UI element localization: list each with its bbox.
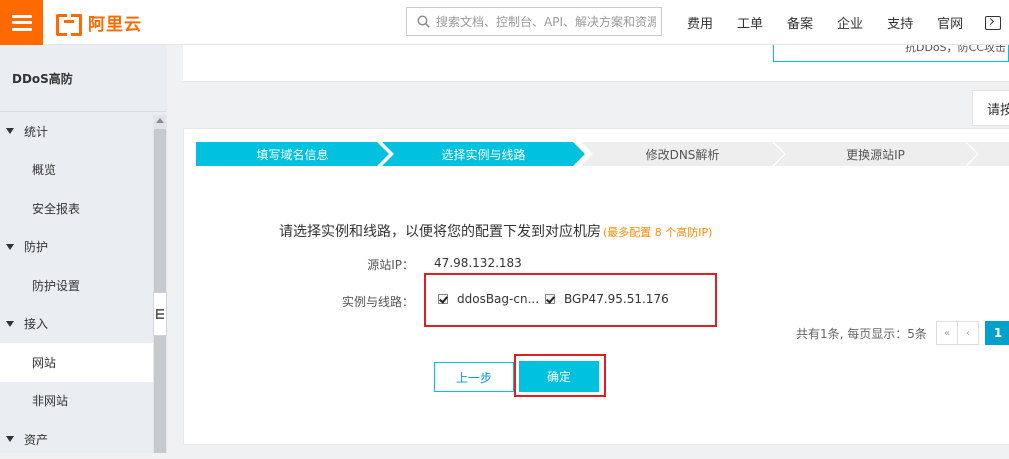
- sidebar-item-label: 网站: [32, 355, 57, 370]
- notice-text: 抗DDoS，防CC攻击: [904, 45, 1006, 54]
- source-ip-value: 47.98.132.183: [434, 256, 522, 270]
- form-heading-hint: (最多配置 8 个高防IP): [603, 226, 713, 239]
- checkbox-checked-icon[interactable]: [545, 294, 555, 304]
- search-icon: [417, 15, 430, 28]
- logo-text: 阿里云: [88, 14, 142, 35]
- help-tab[interactable]: 请按: [972, 90, 1009, 126]
- instance-label: ddosBag-cn...: [457, 292, 540, 306]
- instance-checkbox-1[interactable]: ddosBag-cn...: [438, 292, 539, 306]
- form-heading-text: 请选择实例和线路，以便将您的配置下发到对应机房: [279, 224, 601, 240]
- topnav-website[interactable]: 官网: [937, 13, 963, 32]
- sidebar-item-security-report[interactable]: 安全报表: [0, 189, 167, 228]
- pagination: « ‹ 1: [936, 321, 1009, 345]
- instance-checkbox-2[interactable]: BGP47.95.51.176: [545, 292, 669, 306]
- collapse-icon: [156, 309, 164, 319]
- sidebar-group-stats[interactable]: 统计: [0, 112, 167, 151]
- step-label: 选择实例与线路: [441, 147, 526, 162]
- topnav-fees[interactable]: 费用: [687, 13, 713, 32]
- menu-button[interactable]: [0, 0, 43, 45]
- source-ip-label: 源站IP：: [367, 258, 414, 272]
- topnav-icp[interactable]: 备案: [787, 13, 813, 32]
- first-page-button[interactable]: «: [936, 321, 958, 345]
- sidebar-item-label: 接入: [24, 317, 49, 332]
- step-label: 填写域名信息: [256, 147, 329, 162]
- caret-down-icon: [6, 128, 14, 135]
- sidebar-item-website[interactable]: 网站: [0, 343, 167, 382]
- search-input[interactable]: [436, 14, 656, 29]
- sidebar-item-label: 资产: [24, 432, 49, 447]
- pagination-summary: 共有1条, 每页显示：5条: [796, 327, 927, 341]
- help-tab-label: 请按: [987, 102, 1009, 118]
- hamburger-icon: [11, 14, 32, 31]
- sidebar-menu: 统计 概览 安全报表 防护 防护设置 接入 网站 非网站 资产: [0, 112, 167, 459]
- terminal-icon[interactable]: [985, 15, 1002, 30]
- sidebar-group-protection[interactable]: 防护: [0, 228, 167, 267]
- search-box[interactable]: [406, 7, 662, 36]
- caret-down-icon: [6, 436, 14, 443]
- step-label: 修改DNS解析: [645, 147, 720, 162]
- sidebar-group-access[interactable]: 接入: [0, 305, 167, 344]
- caret-down-icon: [6, 243, 14, 250]
- step-label: 更换源站IP: [846, 147, 905, 162]
- step-3: 修改DNS解析: [581, 142, 784, 166]
- step-2: 选择实例与线路: [382, 142, 585, 166]
- topnav-enterprise[interactable]: 企业: [837, 13, 863, 32]
- previous-step-button[interactable]: 上一步: [434, 362, 514, 392]
- topnav-support[interactable]: 支持: [887, 13, 913, 32]
- sidebar-item-label: 统计: [24, 124, 49, 139]
- page-number-button[interactable]: 1: [985, 321, 1009, 345]
- sidebar-item-label: 概览: [32, 163, 57, 178]
- notice-box: 抗DDoS，防CC攻击: [773, 45, 1009, 62]
- scroll-up-icon[interactable]: [156, 118, 164, 123]
- sidebar: DDoS高防 统计 概览 安全报表 防护 防护设置 接入 网站 非网站 资产: [0, 45, 167, 453]
- sidebar-item-protection-settings[interactable]: 防护设置: [0, 266, 167, 305]
- scrollbar-thumb[interactable]: [154, 129, 166, 453]
- sidebar-collapse-toggle[interactable]: [153, 292, 167, 336]
- sidebar-item-label: 安全报表: [32, 201, 81, 216]
- top-bar: 阿里云 费用 工单 备案 企业 支持 官网: [0, 0, 1009, 45]
- form-heading: 请选择实例和线路，以便将您的配置下发到对应机房 (最多配置 8 个高防IP): [279, 221, 712, 241]
- top-nav: 费用 工单 备案 企业 支持 官网: [675, 0, 1002, 45]
- step-4: 更换源站IP: [774, 142, 977, 166]
- sidebar-title: DDoS高防: [0, 45, 167, 112]
- instance-label: BGP47.95.51.176: [564, 292, 669, 306]
- prev-page-button[interactable]: ‹: [957, 321, 979, 345]
- checkbox-checked-icon[interactable]: [438, 294, 448, 304]
- sidebar-item-overview[interactable]: 概览: [0, 151, 167, 190]
- highlight-box-confirm: [514, 354, 606, 397]
- topnav-tickets[interactable]: 工单: [737, 13, 763, 32]
- logo-icon: [56, 14, 82, 36]
- sidebar-item-label: 防护: [24, 240, 49, 255]
- caret-down-icon: [6, 320, 14, 327]
- sidebar-scrollbar[interactable]: [153, 115, 167, 453]
- instance-line-label: 实例与线路：: [341, 295, 414, 309]
- step-5: [967, 142, 1009, 166]
- sidebar-item-label: 非网站: [32, 394, 69, 409]
- step-1: 填写域名信息: [196, 142, 389, 166]
- sidebar-item-label: 防护设置: [32, 278, 81, 293]
- sidebar-item-non-website[interactable]: 非网站: [0, 382, 167, 421]
- aliyun-logo[interactable]: 阿里云: [56, 11, 142, 36]
